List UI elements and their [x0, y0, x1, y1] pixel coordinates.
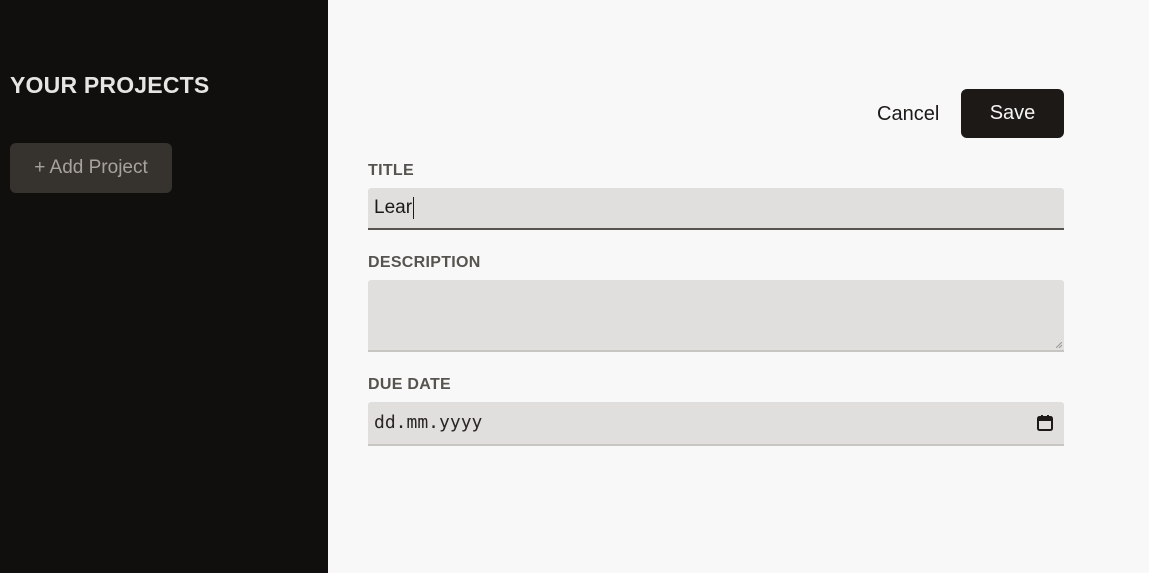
title-input[interactable]: Lear	[368, 188, 1064, 230]
app-root: YOUR PROJECTS + Add Project Cancel Save …	[0, 0, 1149, 573]
resize-grip-icon[interactable]	[1056, 342, 1062, 348]
due-date-placeholder: dd.mm.yyyy	[374, 412, 483, 433]
save-button[interactable]: Save	[961, 89, 1064, 138]
sidebar-title: YOUR PROJECTS	[10, 72, 210, 98]
title-label: TITLE	[368, 162, 414, 179]
new-project-form: Cancel Save TITLE Lear DESCRIPTION DUE D…	[328, 0, 1149, 573]
calendar-icon[interactable]	[1036, 414, 1054, 432]
description-textarea[interactable]	[368, 280, 1064, 352]
cancel-button[interactable]: Cancel	[869, 96, 947, 132]
projects-sidebar: YOUR PROJECTS + Add Project	[0, 0, 328, 573]
due-date-input[interactable]: dd.mm.yyyy	[368, 402, 1064, 446]
text-caret	[413, 196, 415, 219]
title-input-value: Lear	[374, 197, 413, 218]
add-project-button[interactable]: + Add Project	[10, 143, 172, 193]
due-date-label: DUE DATE	[368, 376, 451, 393]
description-label: DESCRIPTION	[368, 254, 481, 271]
